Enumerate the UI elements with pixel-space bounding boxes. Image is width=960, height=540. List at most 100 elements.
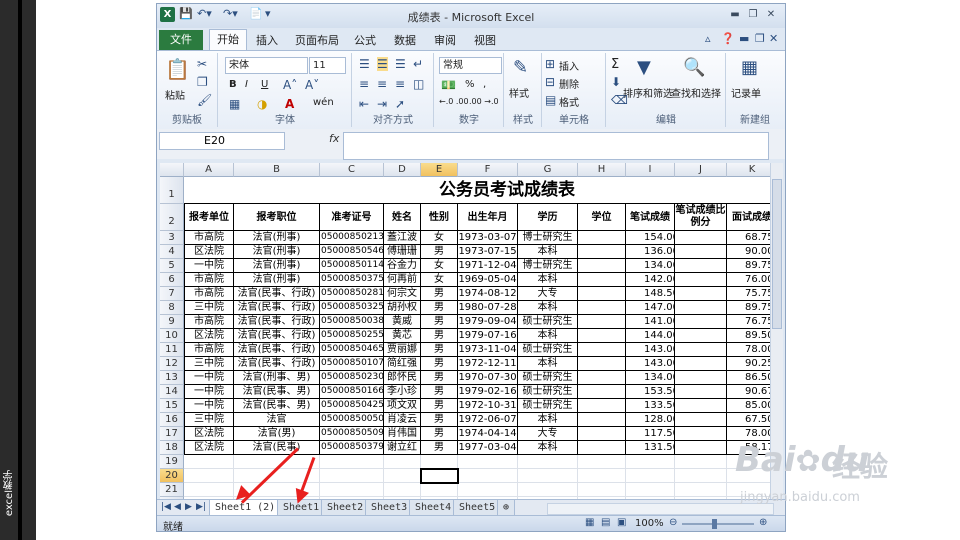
table-cell[interactable]: 67.50 bbox=[727, 413, 770, 427]
table-cell[interactable] bbox=[578, 245, 626, 259]
table-cell[interactable]: 1979-02-16 bbox=[458, 385, 518, 399]
table-cell[interactable]: 78.00 bbox=[727, 427, 770, 441]
table-cell[interactable]: 78.00 bbox=[727, 343, 770, 357]
table-cell[interactable] bbox=[675, 385, 727, 399]
table-cell[interactable]: 法官(男) bbox=[234, 427, 320, 441]
align-bottom-icon[interactable]: ☰ bbox=[395, 57, 406, 71]
row-header-14[interactable]: 14 bbox=[160, 385, 184, 399]
table-cell[interactable] bbox=[675, 399, 727, 413]
insert-cells-icon[interactable]: ⊞ bbox=[545, 57, 555, 71]
empty-cell[interactable] bbox=[320, 455, 384, 469]
table-cell[interactable]: 本科 bbox=[518, 273, 578, 287]
table-cell[interactable]: 法官(民事) bbox=[234, 441, 320, 455]
find-select-button[interactable]: 查找和选择 bbox=[671, 85, 721, 100]
table-cell[interactable]: 男 bbox=[421, 329, 458, 343]
table-cell[interactable]: 一中院 bbox=[184, 385, 234, 399]
table-cell[interactable] bbox=[675, 413, 727, 427]
row-header-4[interactable]: 4 bbox=[160, 245, 184, 259]
row-header-9[interactable]: 9 bbox=[160, 315, 184, 329]
table-cell[interactable]: 市高院 bbox=[184, 343, 234, 357]
sort-filter-icon[interactable]: ▼ bbox=[637, 57, 651, 78]
sheet-tab-3[interactable]: Sheet2 bbox=[321, 500, 370, 516]
workbook-minimize-icon[interactable]: ▬ bbox=[739, 32, 749, 45]
row-header-3[interactable]: 3 bbox=[160, 231, 184, 245]
table-cell[interactable]: 89.50 bbox=[727, 329, 770, 343]
table-cell[interactable]: 郎怀民 bbox=[384, 371, 421, 385]
empty-cell[interactable] bbox=[320, 469, 384, 483]
bold-button[interactable]: B bbox=[229, 79, 237, 90]
row-header-19[interactable]: 19 bbox=[160, 455, 184, 469]
table-cell[interactable]: 147.00 bbox=[626, 301, 675, 315]
grow-font-icon[interactable]: A˄ bbox=[283, 78, 297, 92]
column-header-e[interactable]: E bbox=[421, 163, 458, 177]
restore-icon[interactable]: ❐ bbox=[745, 9, 761, 20]
table-cell[interactable]: 法官 bbox=[234, 413, 320, 427]
table-cell[interactable]: 法官(民事、行政) bbox=[234, 329, 320, 343]
table-cell[interactable]: 女 bbox=[421, 259, 458, 273]
table-cell[interactable]: 男 bbox=[421, 399, 458, 413]
page-layout-view-icon[interactable]: ▤ bbox=[601, 517, 610, 528]
table-cell[interactable]: 男 bbox=[421, 441, 458, 455]
table-cell[interactable]: 1972-12-11 bbox=[458, 357, 518, 371]
empty-cell[interactable] bbox=[184, 469, 234, 483]
table-cell[interactable]: 一中院 bbox=[184, 259, 234, 273]
table-cell[interactable]: 134.00 bbox=[626, 259, 675, 273]
row-header-20[interactable]: 20 bbox=[160, 469, 184, 483]
column-header-j[interactable]: J bbox=[675, 163, 727, 177]
sheet-tab-4[interactable]: Sheet3 bbox=[365, 500, 414, 516]
tab-view[interactable]: 视图 bbox=[474, 32, 496, 48]
table-cell[interactable]: 大专 bbox=[518, 427, 578, 441]
table-cell[interactable] bbox=[675, 273, 727, 287]
table-cell[interactable]: 硕士研究生 bbox=[518, 371, 578, 385]
spreadsheet-grid[interactable]: ABCDEFGHIJKL1234567891011121314151617181… bbox=[160, 163, 770, 499]
empty-cell[interactable] bbox=[578, 455, 626, 469]
border-icon[interactable]: ▦ bbox=[229, 97, 240, 111]
empty-cell[interactable] bbox=[518, 469, 578, 483]
format-cells-button[interactable]: 格式 bbox=[559, 94, 579, 109]
close-icon[interactable]: ✕ bbox=[763, 9, 779, 20]
table-cell[interactable]: 050008502309 bbox=[320, 371, 384, 385]
row-header-2[interactable]: 2 bbox=[160, 204, 184, 231]
table-cell[interactable]: 市高院 bbox=[184, 273, 234, 287]
table-cell[interactable]: 何再前 bbox=[384, 273, 421, 287]
table-cell[interactable]: 1972-06-07 bbox=[458, 413, 518, 427]
empty-cell[interactable] bbox=[626, 455, 675, 469]
table-cell[interactable] bbox=[578, 413, 626, 427]
fill-icon[interactable]: ⬇ bbox=[611, 75, 621, 89]
table-cell[interactable]: 傅珊珊 bbox=[384, 245, 421, 259]
table-cell[interactable]: 男 bbox=[421, 343, 458, 357]
table-cell[interactable] bbox=[675, 441, 727, 455]
table-cell[interactable]: 050008503258 bbox=[320, 301, 384, 315]
table-cell[interactable]: 131.50 bbox=[626, 441, 675, 455]
table-cell[interactable]: 1980-07-28 bbox=[458, 301, 518, 315]
empty-cell[interactable] bbox=[384, 483, 421, 497]
normal-view-icon[interactable]: ▦ bbox=[585, 517, 594, 528]
table-cell[interactable]: 法官(刑事) bbox=[234, 273, 320, 287]
table-cell[interactable]: 050008500383 bbox=[320, 315, 384, 329]
table-cell[interactable]: 050008505460 bbox=[320, 245, 384, 259]
format-cells-icon[interactable]: ▤ bbox=[545, 93, 556, 107]
empty-cell[interactable] bbox=[184, 455, 234, 469]
prev-sheet-icon[interactable]: ◀ bbox=[174, 502, 181, 512]
table-cell[interactable] bbox=[675, 301, 727, 315]
row-header-15[interactable]: 15 bbox=[160, 399, 184, 413]
empty-cell[interactable] bbox=[518, 483, 578, 497]
table-header-cell[interactable]: 出生年月 bbox=[458, 204, 518, 231]
table-cell[interactable]: 050008502132 bbox=[320, 231, 384, 245]
table-cell[interactable]: 1974-08-12 bbox=[458, 287, 518, 301]
table-cell[interactable]: 本科 bbox=[518, 329, 578, 343]
comma-button[interactable]: , bbox=[483, 79, 486, 90]
row-header-17[interactable]: 17 bbox=[160, 427, 184, 441]
tab-home[interactable]: 开始 bbox=[209, 29, 247, 51]
table-cell[interactable]: 肖伟国 bbox=[384, 427, 421, 441]
wrap-text-icon[interactable]: ↵ bbox=[413, 57, 423, 71]
table-header-cell[interactable]: 性别 bbox=[421, 204, 458, 231]
active-cell-e20[interactable] bbox=[420, 468, 459, 484]
table-header-cell[interactable]: 面试成绩 bbox=[727, 204, 770, 231]
table-cell[interactable] bbox=[578, 399, 626, 413]
align-middle-icon[interactable]: ☰ bbox=[377, 57, 388, 71]
find-select-icon[interactable]: 🔍 bbox=[683, 57, 705, 78]
table-cell[interactable]: 三中院 bbox=[184, 301, 234, 315]
table-header-cell[interactable]: 姓名 bbox=[384, 204, 421, 231]
table-cell[interactable]: 法官(刑事) bbox=[234, 259, 320, 273]
